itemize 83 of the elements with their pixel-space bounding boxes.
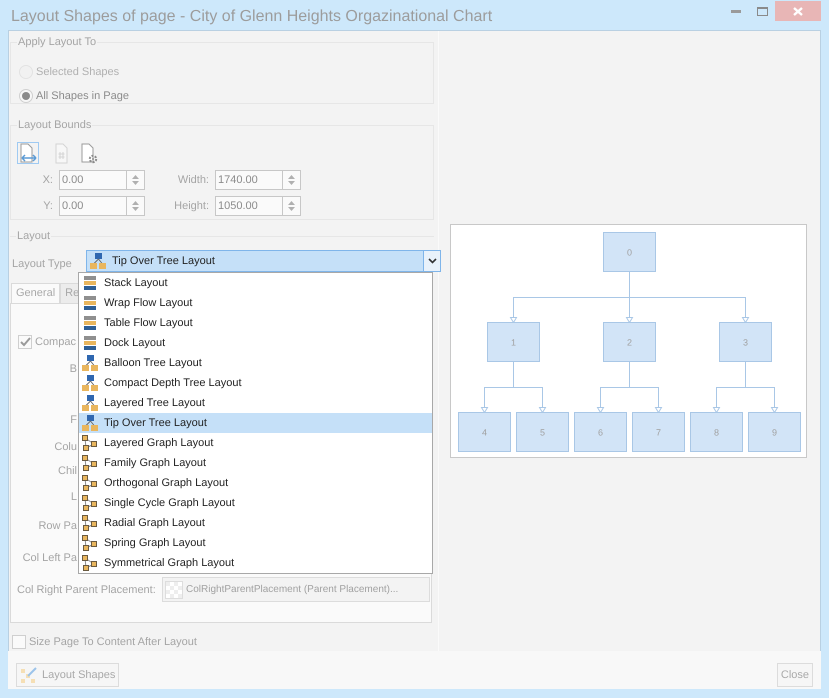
property-label: Row Pa [38,519,77,533]
dropdown-item[interactable]: Compact Depth Tree Layout [79,373,432,393]
property-label: F [70,413,77,427]
tree-node: 6 [574,412,627,452]
field-label: X: [42,173,53,187]
window-title: Layout Shapes of page - City of Glenn Heights Orgazinational Chart [11,8,492,26]
property-label: B [70,362,77,376]
close-button[interactable] [775,1,821,21]
property-label: Chil [58,464,77,478]
up-arrow-icon [288,175,295,179]
wand-icon [20,666,38,684]
spin-button[interactable] [126,170,145,190]
checker-icon [165,580,183,598]
dropdown-item[interactable]: Radial Graph Layout [79,513,432,533]
tree-node: 8 [690,412,743,452]
spin-button[interactable] [282,170,301,190]
page-arrows-icon [18,142,38,164]
graph-layout-icon [82,535,98,551]
tree-layout-icon [90,253,106,269]
tree-node: 4 [458,412,511,452]
minimize-icon [731,10,741,12]
group-title: Layout Bounds [17,118,92,132]
graph-layout-icon [82,475,98,491]
down-arrow-icon [288,207,295,211]
connector [745,361,778,414]
property-label: Col Right Parent Placement: [17,583,156,597]
up-arrow-icon [132,175,139,179]
up-arrow-icon [132,201,139,205]
spin-button[interactable] [126,196,145,216]
graph-layout-icon [82,495,98,511]
stack-layout-icon [82,315,98,331]
field-label: Y: [42,199,53,213]
tree-layout-icon [82,415,98,431]
dropdown-item[interactable]: Table Flow Layout [79,313,432,333]
up-arrow-icon [288,201,295,205]
tree-node: 0 [603,232,656,272]
group-title: Layout [16,229,52,243]
down-arrow-icon [132,181,139,185]
dropdown-item[interactable]: Family Graph Layout [79,453,432,473]
dropdown-item[interactable]: Layered Graph Layout [79,433,432,453]
tree-layout-icon [82,375,98,391]
dropdown-item[interactable]: Balloon Tree Layout [79,353,432,373]
dropdown-item[interactable]: Layered Tree Layout [79,393,432,413]
stack-layout-icon [82,275,98,291]
graph-layout-icon [82,555,98,571]
graph-layout-icon [82,455,98,471]
connector [629,361,662,414]
tree-node: 1 [487,322,540,362]
tree-node: 3 [719,322,772,362]
dropdown-item[interactable]: Orthogonal Graph Layout [79,473,432,493]
down-arrow-icon [288,181,295,185]
layout-type-dropdown[interactable]: Tip Over Tree Layout [86,250,441,272]
field-label: Layout Type [12,257,73,272]
stack-layout-icon [82,335,98,351]
radio-option: Selected Shapes [19,62,433,82]
close-icon [793,6,803,16]
property-label: L [70,490,77,504]
field-label: Height: [173,199,209,213]
caret-icon [428,258,436,264]
group-title: Apply Layout To [17,35,98,49]
tree-node: 2 [603,322,656,362]
tree-node: 5 [516,412,569,452]
tree-node: 7 [632,412,685,452]
spin-button[interactable] [282,196,301,216]
dropdown-item[interactable]: Dock Layout [79,333,432,353]
dropdown-item[interactable]: Spring Graph Layout [79,533,432,553]
down-arrow-icon [132,207,139,211]
tree-layout-icon [82,355,98,371]
tree-node: 9 [748,412,801,452]
property-label: Colu [54,440,77,454]
graph-layout-icon [82,435,98,451]
check-icon [20,337,30,347]
property-label: Col Left Pa [22,551,77,565]
dropdown-item[interactable]: Symmetrical Graph Layout [79,553,432,573]
field-label: Width: [176,173,209,187]
tree-layout-icon [82,395,98,411]
maximize-icon [756,6,768,16]
dropdown-item[interactable]: Tip Over Tree Layout [79,413,432,433]
page-size-button[interactable] [17,142,39,164]
stack-layout-icon [82,295,98,311]
dropdown-item[interactable]: Single Cycle Graph Layout [79,493,432,513]
connector [513,361,546,414]
graph-layout-icon [82,515,98,531]
